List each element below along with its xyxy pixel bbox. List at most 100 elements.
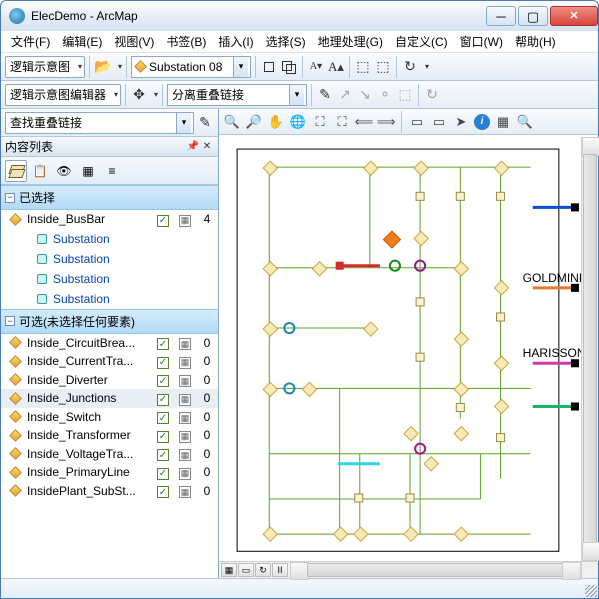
selectable-icon[interactable]: ▦	[179, 215, 191, 227]
schematic-update-button[interactable]: ↻	[401, 56, 429, 78]
move-tool[interactable]: ✥	[130, 84, 158, 106]
layout-tool2-icon[interactable]: ↗	[336, 86, 354, 104]
layout-task-combo[interactable]: 分离重叠链接	[167, 84, 307, 106]
checkbox-icon[interactable]	[157, 215, 169, 227]
toc-row-busbar[interactable]: Inside_BusBar ▦ 4	[1, 210, 218, 229]
toc-layer-row[interactable]: Inside_Junctions▦0	[1, 389, 218, 408]
toc-substation-item[interactable]: Substation	[1, 249, 218, 269]
titlebar[interactable]: ElecDemo - ArcMap ─ ▢ ✕	[1, 1, 598, 31]
maximize-button[interactable]: ▢	[518, 6, 548, 26]
collapse-icon[interactable]: −	[5, 193, 15, 203]
zoom-in-icon[interactable]: 🔍	[223, 113, 241, 131]
toc-layer-row[interactable]: Inside_Transformer▦0	[1, 426, 218, 445]
back-extent-icon[interactable]: ⟸	[355, 113, 373, 131]
catalog-icon[interactable]: ▦	[494, 113, 512, 131]
selectable-icon[interactable]: ▦	[179, 431, 191, 443]
toc-layer-row[interactable]: Inside_CurrentTra...▦0	[1, 352, 218, 371]
checkbox-icon[interactable]	[157, 394, 169, 406]
menu-window[interactable]: 窗口(W)	[454, 31, 509, 52]
propagate-in-icon[interactable]	[260, 58, 278, 76]
selectable-icon[interactable]: ▦	[179, 449, 191, 461]
increase-font-icon[interactable]: A▴	[327, 58, 345, 76]
toc-layer-row[interactable]: Inside_Diverter▦0	[1, 371, 218, 390]
schematic-props2-icon[interactable]: ⬚	[374, 58, 392, 76]
layout-tool3-icon[interactable]: ↘	[356, 86, 374, 104]
menu-bookmark[interactable]: 书签(B)	[160, 31, 212, 52]
selectable-icon[interactable]: ▦	[179, 375, 191, 387]
apply-layout-icon[interactable]: ✎	[316, 86, 334, 104]
map-canvas[interactable]: GOLDMINE HARISSON	[219, 137, 581, 561]
checkbox-icon[interactable]	[157, 412, 169, 424]
search-icon[interactable]: 🔍	[516, 113, 534, 131]
selectable-icon[interactable]: ▦	[179, 357, 191, 369]
select-features-icon[interactable]: ▭	[408, 113, 426, 131]
toc-group-selectable[interactable]: − 可选(未选择任何要素)	[1, 309, 218, 334]
horizontal-scrollbar[interactable]	[290, 561, 581, 578]
find-links-combo[interactable]: 查找重叠链接	[5, 112, 194, 134]
checkbox-icon[interactable]	[157, 431, 169, 443]
menu-edit[interactable]: 编辑(E)	[56, 31, 108, 52]
selectable-icon[interactable]: ▦	[179, 468, 191, 480]
toc-layer-row[interactable]: InsidePlant_SubSt...▦0	[1, 482, 218, 501]
zoom-out-icon[interactable]: 🔎	[245, 113, 263, 131]
checkbox-icon[interactable]	[157, 338, 169, 350]
toc-layer-row[interactable]: Inside_PrimaryLine▦0	[1, 463, 218, 482]
menu-help[interactable]: 帮助(H)	[509, 31, 562, 52]
full-extent-icon[interactable]: 🌐	[289, 113, 307, 131]
list-by-source-button[interactable]: 📋	[29, 160, 51, 182]
resize-grip[interactable]	[585, 585, 597, 597]
close-button[interactable]: ✕	[550, 6, 598, 26]
substation-combo[interactable]: Substation 08	[131, 56, 251, 78]
list-by-selection-button[interactable]: ▦	[77, 160, 99, 182]
layout-view-tab[interactable]: ▭	[238, 563, 254, 577]
pin-icon[interactable]: 📌	[186, 141, 200, 152]
open-schematic-button[interactable]: 📂	[94, 56, 122, 78]
minimize-button[interactable]: ─	[486, 6, 516, 26]
menu-select[interactable]: 选择(S)	[260, 31, 312, 52]
identify-icon[interactable]: i	[474, 114, 490, 130]
pause-tab[interactable]: II	[272, 563, 288, 577]
menu-file[interactable]: 文件(F)	[5, 31, 56, 52]
propagate-out-icon[interactable]	[280, 58, 298, 76]
rotate-icon[interactable]: ↻	[423, 86, 441, 104]
fixed-zoom-in-icon[interactable]: ⛶	[311, 113, 329, 131]
toc-substation-item[interactable]: Substation	[1, 229, 218, 249]
toc-layer-row[interactable]: Inside_VoltageTra...▦0	[1, 445, 218, 464]
menu-customize[interactable]: 自定义(C)	[389, 31, 454, 52]
menu-view[interactable]: 视图(V)	[108, 31, 160, 52]
refresh-tab[interactable]: ↻	[255, 563, 271, 577]
menu-insert[interactable]: 插入(I)	[212, 31, 259, 52]
list-by-visibility-button[interactable]: 👁	[53, 160, 75, 182]
menu-geoprocessing[interactable]: 地理处理(G)	[312, 31, 389, 52]
toc-close-icon[interactable]: ✕	[200, 141, 214, 152]
pointer-icon[interactable]: ➤	[452, 113, 470, 131]
forward-extent-icon[interactable]: ⟹	[377, 113, 395, 131]
toc-layer-row[interactable]: Inside_CircuitBrea...▦0	[1, 334, 218, 353]
selectable-icon[interactable]: ▦	[179, 412, 191, 424]
editor-menu[interactable]: 逻辑示意图编辑器	[5, 84, 121, 106]
options-button[interactable]: ≡	[101, 160, 123, 182]
collapse-icon[interactable]: −	[5, 316, 15, 326]
pan-icon[interactable]: ✋	[267, 113, 285, 131]
layout-tool4-icon[interactable]: ⚬	[376, 86, 394, 104]
data-view-tab[interactable]: ▦	[221, 563, 237, 577]
layout-tool5-icon[interactable]: ⬚	[396, 86, 414, 104]
selectable-icon[interactable]: ▦	[179, 394, 191, 406]
toc-substation-item[interactable]: Substation	[1, 289, 218, 309]
find-links-run-icon[interactable]: ✎	[196, 114, 214, 132]
selectable-icon[interactable]: ▦	[179, 486, 191, 498]
schematic-props-icon[interactable]: ⬚	[354, 58, 372, 76]
selectable-icon[interactable]: ▦	[179, 338, 191, 350]
toc-layer-row[interactable]: Inside_Switch▦0	[1, 408, 218, 427]
vertical-scrollbar[interactable]	[581, 137, 598, 561]
checkbox-icon[interactable]	[157, 468, 169, 480]
toc-substation-item[interactable]: Substation	[1, 269, 218, 289]
schematic-menu[interactable]: 逻辑示意图	[5, 56, 85, 78]
list-by-drawing-button[interactable]	[5, 160, 27, 182]
clear-selection-icon[interactable]: ▭	[430, 113, 448, 131]
checkbox-icon[interactable]	[157, 357, 169, 369]
toc-group-selected[interactable]: − 已选择	[1, 185, 218, 210]
decrease-font-icon[interactable]: A▾	[307, 58, 325, 76]
fixed-zoom-out-icon[interactable]: ⛶	[333, 113, 351, 131]
checkbox-icon[interactable]	[157, 375, 169, 387]
